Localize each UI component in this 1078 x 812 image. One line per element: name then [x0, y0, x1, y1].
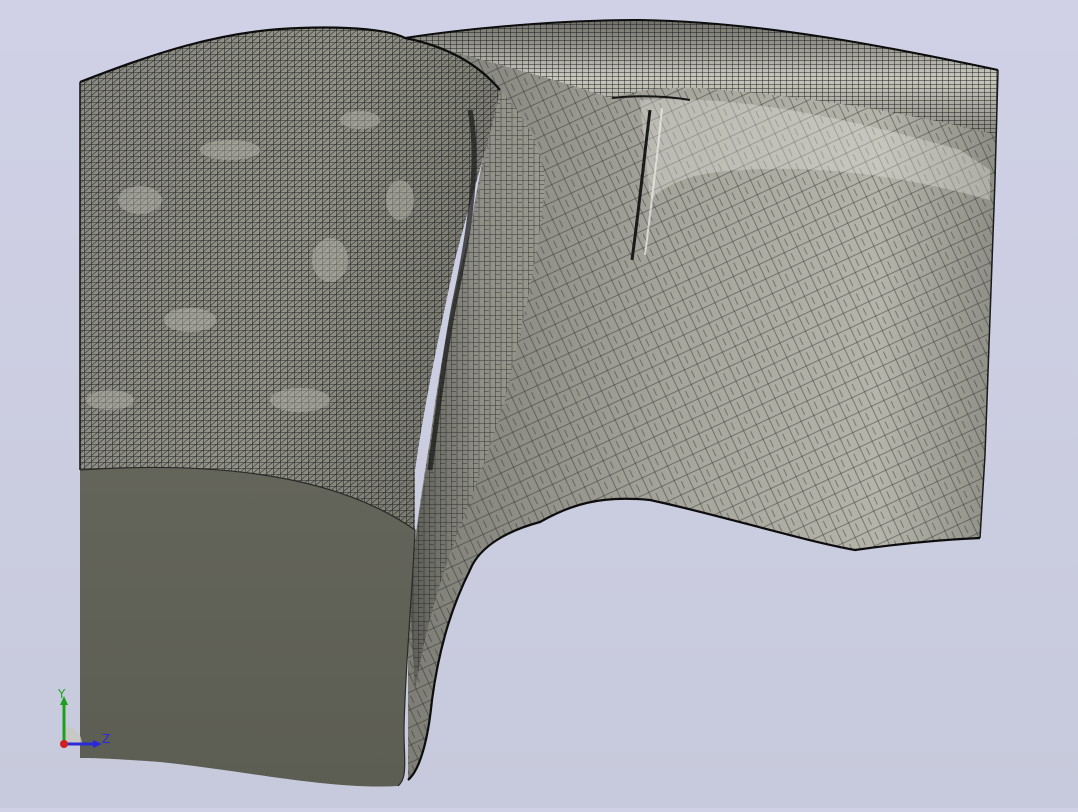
axis-triad: Y Z [50, 686, 120, 756]
section-cut-face[interactable] [80, 467, 415, 787]
x-axis-dot [60, 740, 68, 748]
y-axis-label: Y [58, 687, 66, 701]
mesh-model-view[interactable] [0, 0, 1078, 808]
graphics-viewport[interactable]: Y Z [0, 0, 1078, 808]
z-axis-label: Z [102, 732, 111, 746]
